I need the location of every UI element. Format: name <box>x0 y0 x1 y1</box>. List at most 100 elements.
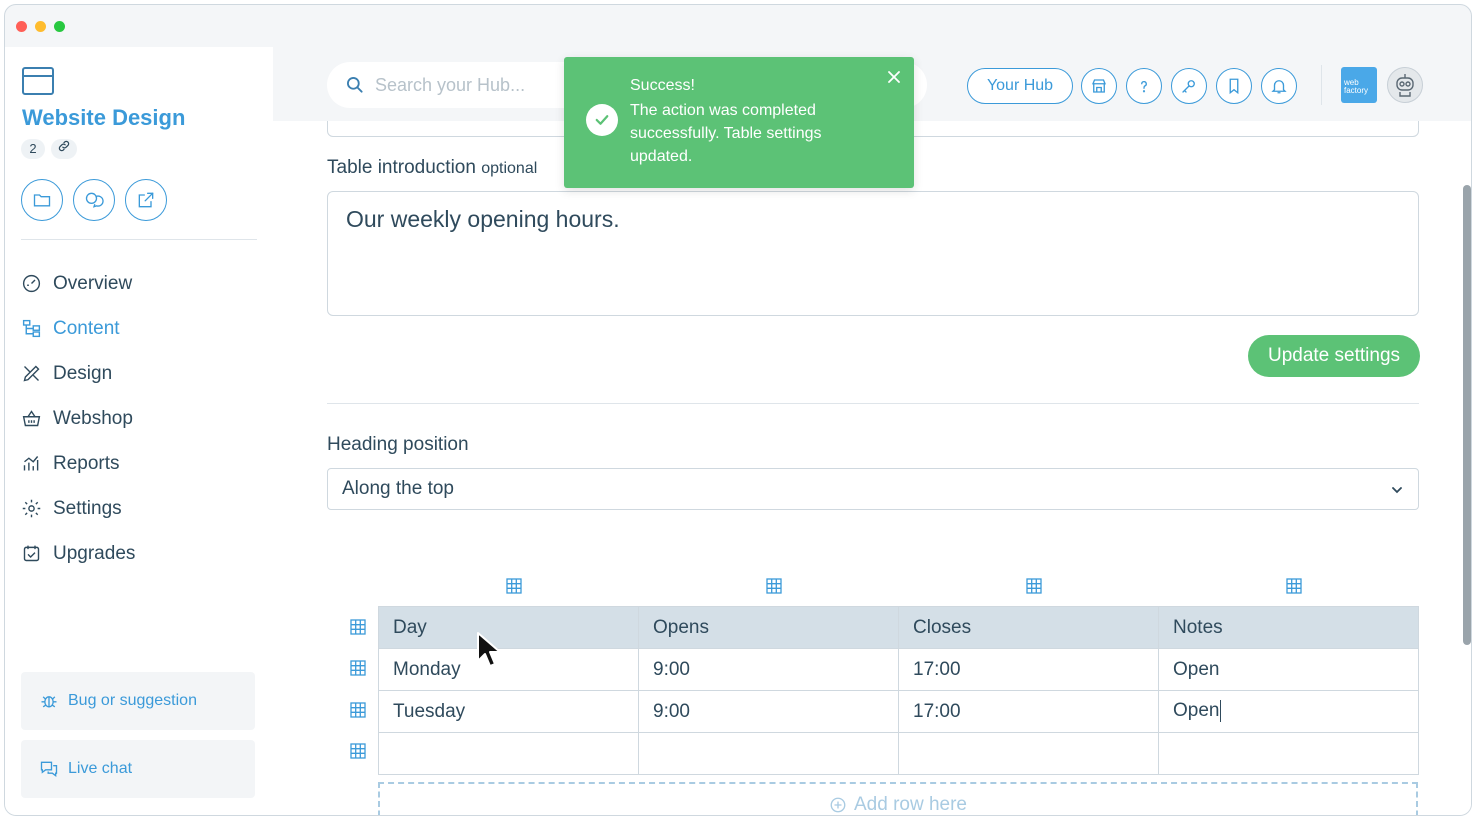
chevron-down-icon <box>1392 487 1402 494</box>
table-cell[interactable]: Monday <box>378 648 639 691</box>
table-cell[interactable] <box>638 732 899 775</box>
check-icon <box>595 115 609 125</box>
sidebar-item-label: Settings <box>53 497 122 519</box>
table-header-cell[interactable]: Day <box>378 606 639 649</box>
sidebar-item-webshop[interactable]: Webshop <box>21 396 135 441</box>
row-menu-icon[interactable] <box>350 702 366 718</box>
heading-position-select[interactable]: Along the top <box>327 468 1419 510</box>
title-bar <box>5 5 1471 47</box>
sidebar-nav: Overview Content Design Webshop Reports … <box>21 261 135 576</box>
web-factory-logo[interactable]: web factory <box>1341 67 1377 103</box>
bookmark-icon <box>1229 78 1239 95</box>
toast-message: The action was completed successfully. T… <box>630 102 822 165</box>
count-badge: 2 <box>21 139 45 159</box>
sidebar-item-label: Overview <box>53 272 133 294</box>
plus-circle-icon <box>830 797 846 813</box>
table-cell[interactable] <box>898 732 1159 775</box>
calendar-check-icon <box>23 545 40 562</box>
site-actions <box>21 179 167 221</box>
sidebar-item-design[interactable]: Design <box>21 351 135 396</box>
row-menu-icon[interactable] <box>350 660 366 676</box>
robot-avatar-icon <box>1396 74 1414 97</box>
table-cell[interactable]: 17:00 <box>898 648 1159 691</box>
vertical-scrollbar[interactable] <box>1463 185 1471 645</box>
open-external-button[interactable] <box>125 179 167 221</box>
table-row <box>378 732 1419 775</box>
heading-position-label: Heading position <box>327 434 469 455</box>
bug-suggestion-button[interactable]: Bug or suggestion <box>21 672 255 730</box>
sidebar-item-label: Webshop <box>53 407 133 429</box>
link-icon <box>58 140 70 152</box>
key-button[interactable] <box>1171 68 1207 104</box>
table-introduction-textarea[interactable]: Our weekly opening hours. <box>327 191 1419 316</box>
table-header-cell[interactable]: Opens <box>638 606 899 649</box>
browser-window-icon <box>22 67 54 95</box>
folder-icon <box>33 194 51 207</box>
toast-title: Success! <box>630 77 695 94</box>
store-icon <box>1092 79 1106 93</box>
external-link-icon <box>138 192 154 208</box>
table-cell[interactable] <box>1158 732 1419 775</box>
gear-icon <box>22 499 41 518</box>
sidebar-item-label: Content <box>53 317 120 339</box>
table-cell[interactable]: Open <box>1158 648 1419 691</box>
table-header-cell[interactable]: Closes <box>898 606 1159 649</box>
notifications-button[interactable] <box>1261 68 1297 104</box>
live-chat-label: Live chat <box>68 760 133 777</box>
column-menu-icon[interactable] <box>1026 578 1042 594</box>
table-header-cell[interactable]: Notes <box>1158 606 1419 649</box>
row-menu-icon[interactable] <box>350 619 366 635</box>
table-cell[interactable]: 9:00 <box>638 648 899 691</box>
column-menu-icon[interactable] <box>1286 578 1302 594</box>
chat-icon <box>40 761 58 777</box>
site-title: Website Design <box>22 105 186 130</box>
help-button[interactable] <box>1126 68 1162 104</box>
link-badge[interactable] <box>51 139 77 159</box>
basket-icon <box>22 410 41 427</box>
heading-position-value: Along the top <box>342 478 454 499</box>
bug-icon <box>41 696 57 708</box>
row-menu-icon[interactable] <box>350 743 366 759</box>
close-window-button[interactable] <box>16 21 27 32</box>
minimize-window-button[interactable] <box>35 21 46 32</box>
table-introduction-label-text: Table introduction <box>327 157 476 178</box>
comments-button[interactable] <box>73 179 115 221</box>
table-cell-editing[interactable]: Open <box>1158 690 1419 733</box>
store-button[interactable] <box>1081 68 1117 104</box>
bug-suggestion-label: Bug or suggestion <box>68 692 197 709</box>
sidebar-item-settings[interactable]: Settings <box>21 486 135 531</box>
table-cell[interactable]: 17:00 <box>898 690 1159 733</box>
update-settings-button[interactable]: Update settings <box>1248 335 1420 377</box>
sidebar-item-overview[interactable]: Overview <box>21 261 135 306</box>
dashboard-icon <box>22 274 41 293</box>
table-cell[interactable]: Tuesday <box>378 690 639 733</box>
chat-bubbles-icon <box>85 192 104 208</box>
column-menu-icon[interactable] <box>766 578 782 594</box>
table-cell-text: Open <box>1173 700 1220 722</box>
sidebar-item-upgrades[interactable]: Upgrades <box>21 531 135 576</box>
add-row-button[interactable]: Add row here <box>378 782 1418 815</box>
close-icon[interactable] <box>886 69 902 85</box>
chart-icon <box>23 456 39 471</box>
table-cell[interactable] <box>378 732 639 775</box>
design-tools-icon <box>23 365 40 382</box>
sidebar: Website Design 2 Overview Content Design… <box>5 47 273 815</box>
app-window: Website Design 2 Overview Content Design… <box>4 4 1472 816</box>
sidebar-item-label: Upgrades <box>53 542 136 564</box>
maximize-window-button[interactable] <box>54 21 65 32</box>
table-cell[interactable]: 9:00 <box>638 690 899 733</box>
live-chat-button[interactable]: Live chat <box>21 740 255 798</box>
key-icon <box>1182 80 1195 93</box>
top-bar-separator <box>1321 65 1322 105</box>
sidebar-item-reports[interactable]: Reports <box>21 441 135 486</box>
toast-check-badge <box>586 104 618 136</box>
site-badges: 2 <box>21 139 77 159</box>
column-menu-icon[interactable] <box>506 578 522 594</box>
table-row: Monday 9:00 17:00 Open <box>378 648 1419 691</box>
your-hub-button[interactable]: Your Hub <box>967 68 1073 104</box>
bookmark-button[interactable] <box>1216 68 1252 104</box>
sidebar-item-content[interactable]: Content <box>21 306 135 351</box>
avatar[interactable] <box>1387 67 1423 103</box>
folder-button[interactable] <box>21 179 63 221</box>
add-row-label: Add row here <box>853 794 967 815</box>
